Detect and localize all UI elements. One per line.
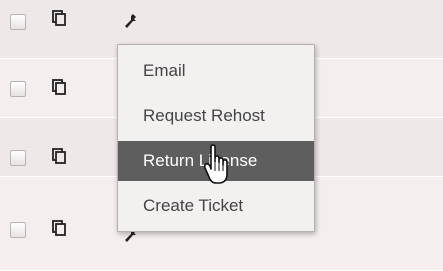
row-checkbox[interactable] xyxy=(10,150,26,166)
copy-icon[interactable] xyxy=(52,148,66,169)
row-checkbox[interactable] xyxy=(10,222,26,238)
row-checkbox[interactable] xyxy=(10,14,26,30)
menu-item-create-ticket[interactable]: Create Ticket xyxy=(118,186,314,226)
copy-icon[interactable] xyxy=(52,220,66,241)
copy-icon[interactable] xyxy=(52,79,66,100)
hand-pointer-icon xyxy=(203,144,231,191)
context-menu: Email Request Rehost Return License Crea… xyxy=(117,44,315,232)
copy-icon[interactable] xyxy=(52,10,66,31)
menu-item-email[interactable]: Email xyxy=(118,51,314,91)
row-checkbox[interactable] xyxy=(10,81,26,97)
wrench-icon[interactable] xyxy=(124,13,138,34)
menu-item-request-rehost[interactable]: Request Rehost xyxy=(118,96,314,136)
